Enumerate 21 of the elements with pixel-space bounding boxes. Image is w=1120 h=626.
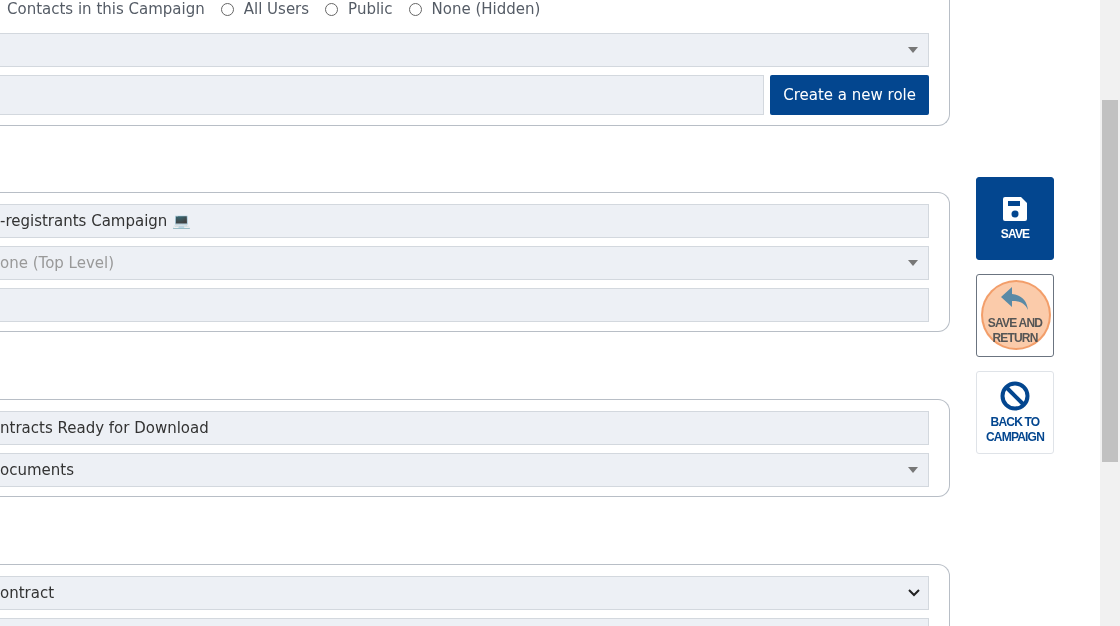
select-field[interactable]: ontract	[0, 576, 929, 610]
back-button[interactable]: BACK TO CAMPAIGN	[976, 371, 1054, 454]
text-field[interactable]: -registrants Campaign 💻	[0, 204, 929, 238]
text-field[interactable]	[0, 75, 765, 115]
radio-option[interactable]: All Users	[220, 0, 310, 18]
chevron-down-icon	[908, 589, 920, 597]
save-button[interactable]: SAVE	[976, 177, 1054, 260]
create-role-button[interactable]: Create a new role	[770, 75, 929, 115]
select-field[interactable]: ocuments	[0, 453, 929, 487]
save-return-button[interactable]: SAVE AND RETURN	[976, 274, 1054, 357]
text-field[interactable]	[0, 288, 929, 322]
radio-label[interactable]: Contacts in this Campaign	[7, 0, 205, 18]
reply-arrow-icon	[1000, 285, 1030, 312]
text-field[interactable]: ntracts Ready for Download	[0, 411, 929, 445]
radio-option[interactable]: None (Hidden)	[408, 0, 541, 18]
select-field[interactable]	[0, 33, 929, 67]
radio-option[interactable]: Public	[325, 0, 393, 18]
save-icon	[1001, 195, 1029, 223]
scrollbar-thumb[interactable]	[1102, 100, 1118, 462]
prohibited-icon	[1000, 380, 1030, 411]
scrollbar[interactable]	[1100, 0, 1120, 626]
